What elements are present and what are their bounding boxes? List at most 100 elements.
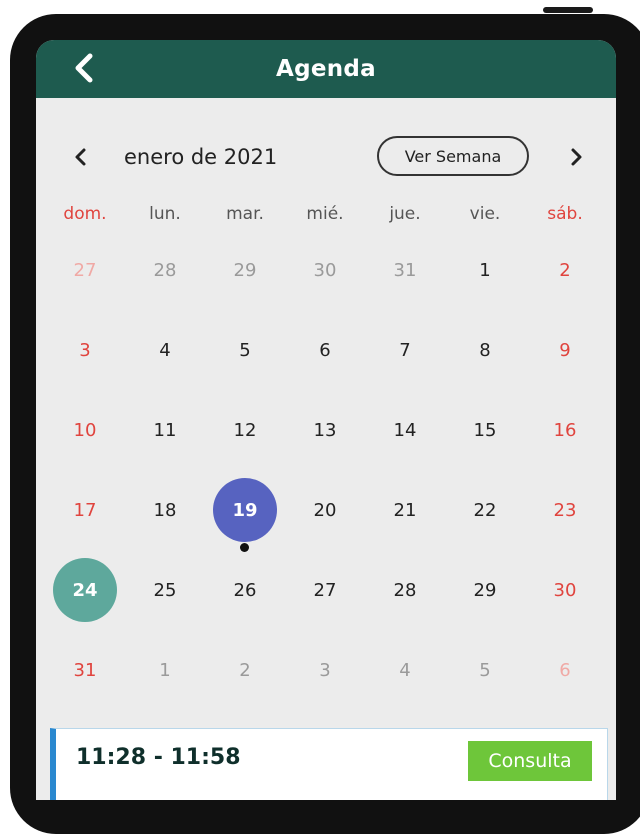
calendar-day[interactable]: 17 [45,470,125,550]
calendar-day[interactable]: 28 [365,550,445,630]
day-number: 30 [313,259,337,281]
calendar-day[interactable]: 31 [365,230,445,310]
day-number: 16 [553,419,577,441]
day-number: 11 [153,419,177,441]
day-number: 25 [153,579,177,601]
calendar-day[interactable]: 4 [125,310,205,390]
weekday-label: jue. [389,204,421,224]
weekday-label: sáb. [547,204,583,224]
calendar-day[interactable]: 27 [45,230,125,310]
month-navigation: enero de 2021 Ver Semana [36,132,616,182]
calendar-day[interactable]: 16 [525,390,605,470]
day-number: 23 [553,499,577,521]
weekday-label: lun. [149,204,181,224]
day-number: 26 [233,579,257,601]
next-month-button[interactable] [561,142,591,172]
calendar-day[interactable]: 1 [125,630,205,710]
calendar-day[interactable]: 10 [45,390,125,470]
calendar-day[interactable]: 28 [125,230,205,310]
calendar-grid: 27 28 29 30 31 1 2 3 4 5 6 7 8 9 10 11 12 13 14 15 16 17 18 19 2… [45,230,605,710]
chevron-right-icon [571,148,582,166]
calendar-day[interactable]: 5 [205,310,285,390]
day-number: 14 [393,419,417,441]
weekday-label: vie. [469,204,501,224]
calendar-day[interactable]: 11 [125,390,205,470]
calendar-day[interactable]: 31 [45,630,125,710]
calendar-day[interactable]: 21 [365,470,445,550]
day-number: 1 [159,659,171,681]
calendar-day[interactable]: 8 [445,310,525,390]
calendar-day[interactable]: 15 [445,390,525,470]
calendar-day[interactable]: 14 [365,390,445,470]
calendar-day[interactable]: 2 [205,630,285,710]
day-number: 3 [79,339,91,361]
calendar-day[interactable]: 18 [125,470,205,550]
day-number: 28 [153,259,177,281]
day-number: 13 [313,419,337,441]
calendar-day[interactable]: 29 [445,550,525,630]
day-number: 18 [153,499,177,521]
weekday-label: mar. [226,204,264,224]
calendar-day[interactable]: 30 [525,550,605,630]
calendar-day[interactable]: 5 [445,630,525,710]
calendar-day[interactable]: 25 [125,550,205,630]
day-number: 10 [73,419,97,441]
day-number: 22 [473,499,497,521]
calendar-day[interactable]: 20 [285,470,365,550]
day-number: 31 [73,659,97,681]
calendar-day[interactable]: 3 [45,310,125,390]
day-number: 3 [319,659,331,681]
calendar-day[interactable]: 30 [285,230,365,310]
day-number: 4 [399,659,411,681]
weekday-header: dom. lun. mar. mié. jue. vie. sáb. [45,196,605,232]
day-number: 31 [393,259,417,281]
page-title: Agenda [275,56,377,82]
app-screen: Agenda enero de 2021 Ver Semana dom. lun… [36,40,616,800]
day-number: 7 [399,339,411,361]
chevron-left-icon [75,148,86,166]
appointment-card[interactable]: 11:28 - 11:58 Consulta [50,728,608,800]
calendar-day[interactable]: 26 [205,550,285,630]
day-number: 29 [473,579,497,601]
week-view-button[interactable]: Ver Semana [377,136,529,176]
calendar-day[interactable]: 23 [525,470,605,550]
calendar-day-selected[interactable]: 19 [205,470,285,552]
calendar-day[interactable]: 22 [445,470,525,550]
day-number: 6 [559,659,571,681]
day-number: 9 [559,339,571,361]
calendar-day[interactable]: 2 [525,230,605,310]
day-number: 5 [239,339,251,361]
calendar-day-today[interactable]: 24 [45,550,125,630]
calendar-day[interactable]: 6 [525,630,605,710]
day-number: 5 [479,659,491,681]
calendar-day[interactable]: 3 [285,630,365,710]
calendar-day[interactable]: 4 [365,630,445,710]
calendar-day[interactable]: 27 [285,550,365,630]
day-number: 24 [72,579,98,601]
day-number: 28 [393,579,417,601]
day-number: 17 [73,499,97,521]
app-header: Agenda [36,40,616,98]
day-number: 2 [239,659,251,681]
calendar-day[interactable]: 29 [205,230,285,310]
calendar-day[interactable]: 6 [285,310,365,390]
day-number: 21 [393,499,417,521]
day-number: 1 [479,259,491,281]
appointment-time: 11:28 - 11:58 [76,745,241,770]
calendar-day[interactable]: 13 [285,390,365,470]
day-number: 4 [159,339,171,361]
day-number: 8 [479,339,491,361]
calendar-day[interactable]: 9 [525,310,605,390]
month-label: enero de 2021 [124,145,278,169]
previous-month-button[interactable] [66,142,96,172]
day-number: 19 [232,499,258,521]
calendar-day[interactable]: 12 [205,390,285,470]
event-indicator-dot [240,543,249,552]
day-number: 27 [313,579,337,601]
day-number: 30 [553,579,577,601]
weekday-label: dom. [63,204,107,224]
day-number: 20 [313,499,337,521]
calendar-day[interactable]: 7 [365,310,445,390]
appointment-type-badge[interactable]: Consulta [468,741,592,781]
calendar-day[interactable]: 1 [445,230,525,310]
